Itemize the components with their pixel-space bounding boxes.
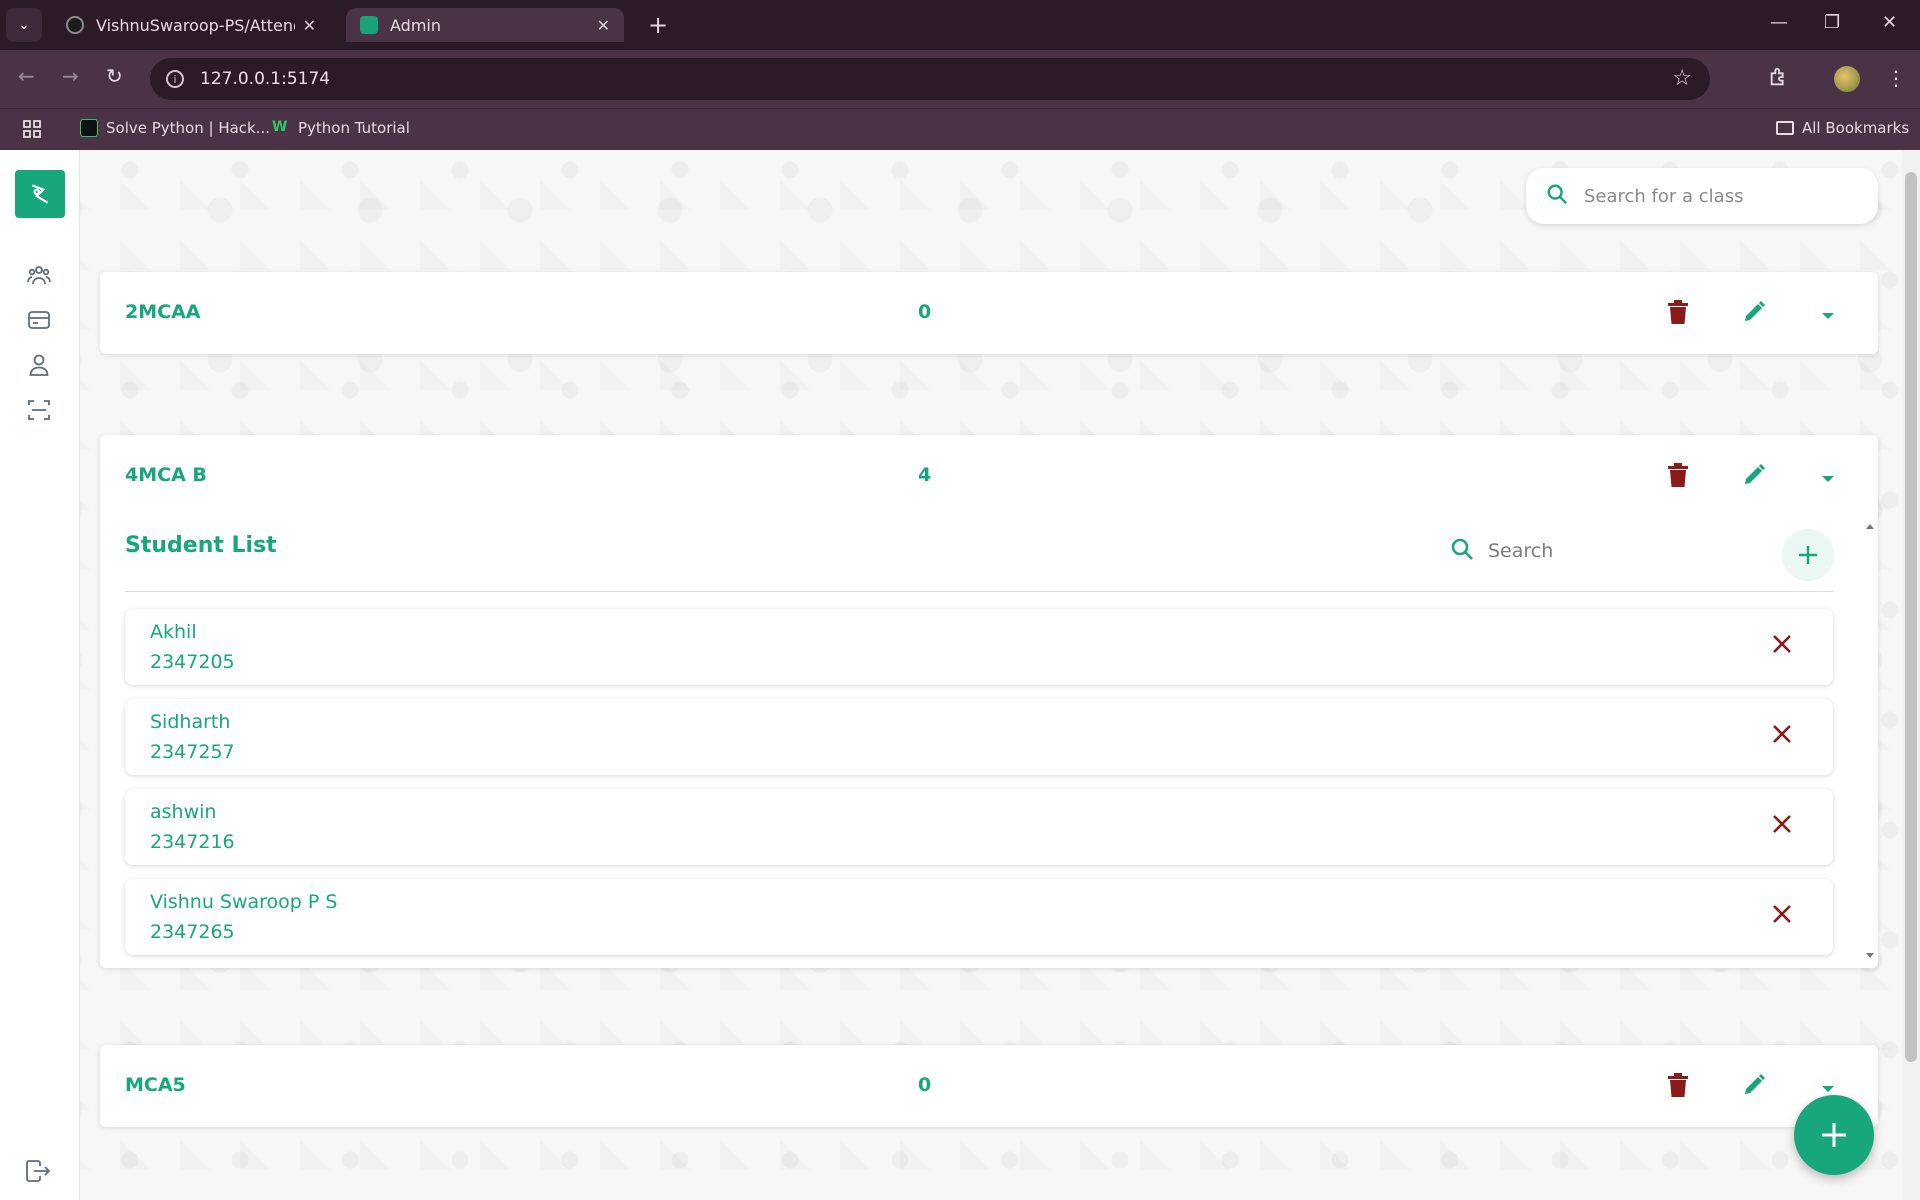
back-icon[interactable]: ← <box>18 64 35 88</box>
tab-admin[interactable]: Admin ✕ <box>346 8 624 42</box>
add-student-button[interactable] <box>1782 529 1834 581</box>
sidebar <box>0 150 80 1200</box>
expand-chevron-icon[interactable] <box>1820 306 1836 325</box>
apps-grid-icon[interactable] <box>22 119 42 139</box>
url-text[interactable]: 127.0.0.1:5174 <box>200 69 330 89</box>
close-tab-icon[interactable]: ✕ <box>597 16 610 35</box>
page-scrollbar[interactable] <box>1902 150 1920 1200</box>
student-row: Sidharth 2347257 <box>125 699 1833 775</box>
student-count: 0 <box>918 301 932 323</box>
minimize-icon[interactable]: — <box>1770 12 1788 33</box>
student-count: 4 <box>918 464 932 486</box>
student-id: 2347265 <box>150 921 235 943</box>
scan-icon[interactable] <box>26 397 52 423</box>
student-search-input[interactable] <box>1488 540 1748 562</box>
remove-student-icon[interactable] <box>1771 723 1793 749</box>
all-bookmarks-button[interactable]: All Bookmarks <box>1776 119 1909 137</box>
tab-title: Admin <box>390 15 441 35</box>
bookmark-label: Python Tutorial <box>298 119 410 137</box>
student-id: 2347216 <box>150 831 235 853</box>
user-icon[interactable] <box>26 352 52 378</box>
student-row: Vishnu Swaroop P S 2347265 <box>125 879 1833 955</box>
scrollbar-thumb[interactable] <box>1905 172 1917 1062</box>
class-header[interactable]: 2MCAA 0 <box>100 272 1878 354</box>
student-list-title: Student List <box>125 533 277 558</box>
edit-icon[interactable] <box>1742 300 1766 328</box>
forward-icon[interactable]: → <box>62 64 79 88</box>
card-icon[interactable] <box>26 307 52 333</box>
add-class-fab[interactable] <box>1794 1095 1874 1175</box>
logout-icon[interactable] <box>26 1160 51 1186</box>
class-name: 2MCAA <box>125 301 201 323</box>
student-id: 2347257 <box>150 741 235 763</box>
classes-group-icon[interactable] <box>26 262 52 288</box>
collapse-chevron-icon[interactable] <box>1820 469 1836 488</box>
class-header[interactable]: 4MCA B 4 <box>100 435 1878 517</box>
student-search-bar[interactable] <box>1450 537 1748 565</box>
bookmark-python-tutorial[interactable]: W Python Tutorial <box>272 119 410 137</box>
browser-toolbar: ← → ↻ i 127.0.0.1:5174 ☆ ⋮ <box>0 50 1920 108</box>
new-tab-button[interactable]: + <box>648 12 668 38</box>
remove-student-icon[interactable] <box>1771 903 1793 929</box>
maximize-icon[interactable]: ❐ <box>1824 12 1840 33</box>
app-main: 2MCAA 0 4MCA B 4 <box>0 150 1920 1200</box>
chrome-menu-icon[interactable]: ⋮ <box>1886 66 1906 90</box>
delete-icon[interactable] <box>1668 300 1688 328</box>
student-name: ashwin <box>150 801 217 823</box>
remove-student-icon[interactable] <box>1771 633 1793 659</box>
class-name: MCA5 <box>125 1074 186 1096</box>
class-header[interactable]: MCA5 0 <box>100 1045 1878 1127</box>
bookmark-star-icon[interactable]: ☆ <box>1672 66 1692 91</box>
w3schools-icon: W <box>272 119 288 135</box>
student-name: Vishnu Swaroop P S <box>150 891 338 913</box>
divider <box>125 591 1833 592</box>
all-bookmarks-label: All Bookmarks <box>1802 119 1910 137</box>
edit-icon[interactable] <box>1742 463 1766 491</box>
site-info-icon[interactable]: i <box>166 70 184 88</box>
student-list-scrollbar[interactable] <box>1864 521 1876 961</box>
tab-search-button[interactable]: ⌄ <box>6 8 42 42</box>
github-icon <box>66 16 84 34</box>
delete-icon[interactable] <box>1668 1073 1688 1101</box>
close-window-icon[interactable]: ✕ <box>1882 12 1897 33</box>
edit-icon[interactable] <box>1742 1073 1766 1101</box>
hackerrank-icon <box>80 119 98 137</box>
student-row: Akhil 2347205 <box>125 609 1833 685</box>
delete-icon[interactable] <box>1668 463 1688 491</box>
tab-attendify-github[interactable]: VishnuSwaroop-PS/Attendify ✕ <box>52 8 330 42</box>
app-logo[interactable] <box>15 170 65 218</box>
search-icon <box>1546 183 1568 209</box>
app-favicon-icon <box>360 16 378 34</box>
student-count: 0 <box>918 1074 932 1096</box>
close-tab-icon[interactable]: ✕ <box>303 16 316 35</box>
search-icon <box>1450 537 1474 565</box>
browser-tab-bar: ⌄ VishnuSwaroop-PS/Attendify ✕ Admin ✕ +… <box>0 0 1920 50</box>
extensions-icon[interactable] <box>1768 66 1790 93</box>
class-card: 2MCAA 0 <box>100 272 1878 354</box>
profile-avatar[interactable] <box>1834 66 1860 92</box>
bookmarks-bar: Solve Python | Hack... W Python Tutorial… <box>0 108 1920 150</box>
bookmark-hackerrank[interactable]: Solve Python | Hack... <box>80 119 270 137</box>
class-search-bar[interactable] <box>1526 168 1878 224</box>
remove-student-icon[interactable] <box>1771 813 1793 839</box>
student-name: Akhil <box>150 621 197 643</box>
tab-title: VishnuSwaroop-PS/Attendify <box>96 15 295 35</box>
class-card-expanded: 4MCA B 4 Student List Search Akhil 23472… <box>100 435 1878 968</box>
class-card: MCA5 0 <box>100 1045 1878 1127</box>
student-list-panel: Student List Akhil 2347205 Sidharth <box>100 517 1878 968</box>
class-search-input[interactable] <box>1584 185 1864 207</box>
folder-icon <box>1776 121 1794 135</box>
address-bar[interactable]: i 127.0.0.1:5174 ☆ <box>150 58 1710 100</box>
class-name: 4MCA B <box>125 464 207 486</box>
student-name: Sidharth <box>150 711 231 733</box>
bookmark-label: Solve Python | Hack... <box>106 119 271 137</box>
student-id: 2347205 <box>150 651 235 673</box>
student-row: ashwin 2347216 <box>125 789 1833 865</box>
reload-icon[interactable]: ↻ <box>106 64 123 88</box>
